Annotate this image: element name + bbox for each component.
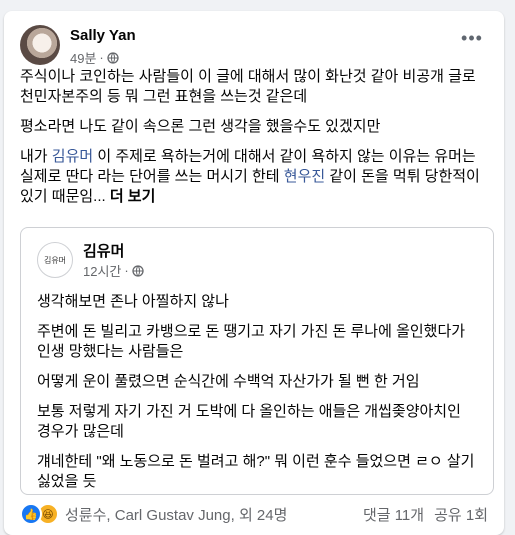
shared-author[interactable]: 김유머 [83,240,124,261]
avatar[interactable]: 김유머 [37,242,73,278]
shared-paragraph: 어떻게 운이 풀렸으면 순식간에 수백억 자산가가 될 뻔 한 거임 [37,373,420,390]
shared-paragraph: 주변에 돈 빌리고 카뱅으로 돈 땡기고 자기 가진 돈 루나에 올인했다가 인… [37,323,466,360]
post-footer: 👍 😆 성륜수, Carl Gustav Jung, 외 24명 댓글 11개 … [20,501,488,527]
comments-count[interactable]: 댓글 11개 [363,504,424,525]
see-more-link[interactable]: 더 보기 [110,188,156,205]
post-author[interactable]: Sally Yan [70,27,136,44]
shared-paragraph: 보통 저렇게 자기 가진 거 도박에 다 올인하는 애들은 개씹좆양아치인 경우… [37,403,461,440]
post-card: Sally Yan 49분 · ••• 주식이나 코인하는 사람들이 이 글에 … [4,11,504,535]
shared-paragraph: 걔네한테 "왜 노동으로 돈 벌려고 해?" 뭐 이런 훈수 들었으면 ㄹㅇ 살… [37,453,475,490]
shared-time[interactable]: 12시간 [83,261,121,280]
shares-count[interactable]: 공유 1회 [434,504,488,525]
reactors-text[interactable]: 성륜수, Carl Gustav Jung, 외 24명 [65,504,287,525]
more-horizontal-icon[interactable]: ••• [456,29,488,53]
post-paragraph: 주식이나 코인하는 사람들이 이 글에 대해서 많이 화난것 같아 비공개 글로… [20,68,476,105]
shared-meta: 12시간 · [83,261,144,280]
post-meta: 49분 · [70,48,119,67]
shared-post[interactable]: 김유머 김유머 12시간 · 생각해보면 존나 아찔하지 않나 주변에 돈 빌리… [20,227,494,495]
shared-paragraph: 생각해보면 존나 아찔하지 않나 [37,293,229,310]
tag-link[interactable]: 김유머 [52,148,93,165]
post-paragraph: 내가 김유머 이 주제로 욕하는거에 대해서 같이 욕하지 않는 이유는 유머는… [20,147,490,207]
engagement-counts: 댓글 11개 공유 1회 [363,504,488,525]
reactions[interactable]: 👍 😆 성륜수, Carl Gustav Jung, 외 24명 [20,503,287,525]
shared-body: 생각해보면 존나 아찔하지 않나 주변에 돈 빌리고 카뱅으로 돈 땡기고 자기… [37,292,477,502]
globe-icon[interactable] [107,51,119,64]
post-time[interactable]: 49분 [70,48,96,67]
separator-dot: · [124,263,129,278]
separator-dot: · [99,50,104,65]
avatar[interactable] [20,25,60,65]
tag-link[interactable]: 현우진 [284,168,325,185]
post-paragraph: 평소라면 나도 같이 속으론 그런 생각을 했을수도 있겠지만 [20,118,381,135]
text-span: 내가 [20,148,52,165]
like-reaction-icon[interactable]: 👍 [20,503,42,525]
globe-icon[interactable] [132,264,144,277]
post-body: 주식이나 코인하는 사람들이 이 글에 대해서 많이 화난것 같아 비공개 글로… [20,67,490,217]
post-header: Sally Yan 49분 · ••• [20,25,488,67]
